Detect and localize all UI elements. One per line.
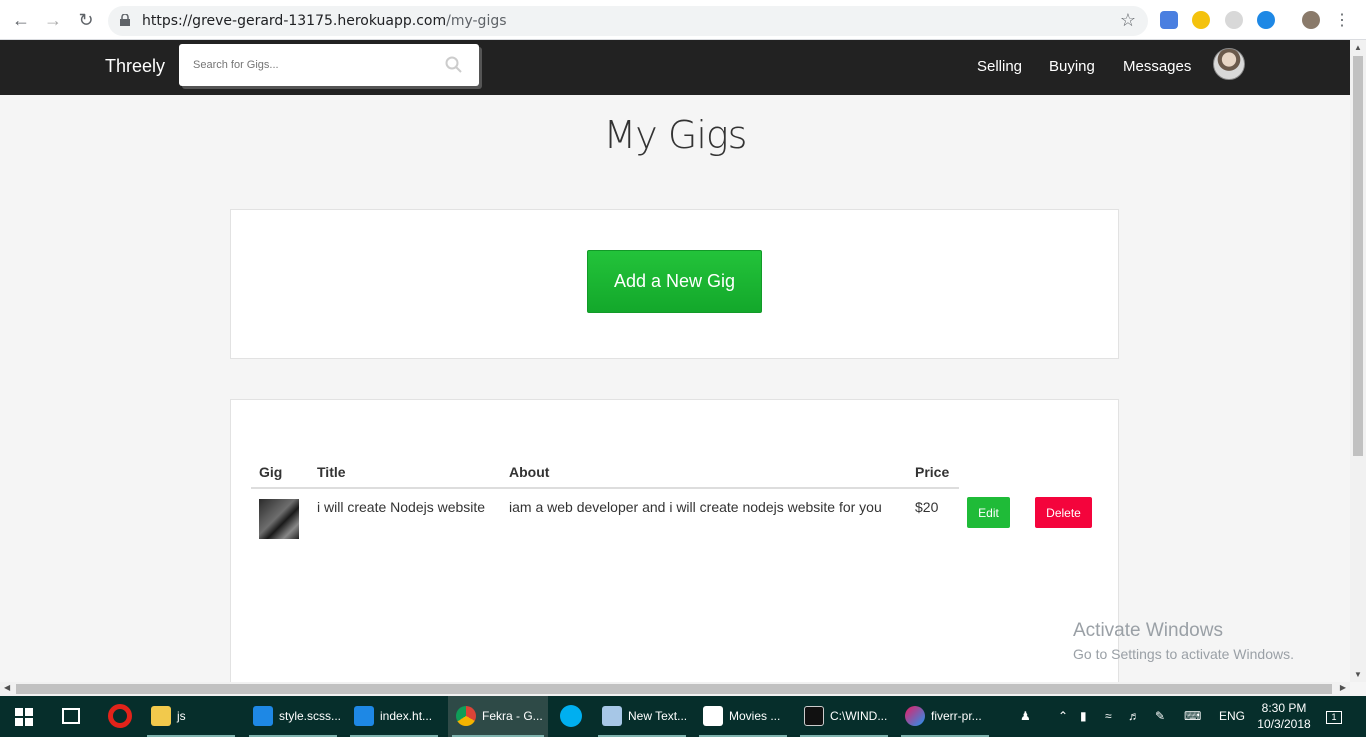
tray-chevron-icon[interactable]: ⌃ (1058, 696, 1068, 737)
taskbar-item-js[interactable]: js (143, 696, 239, 737)
reload-icon[interactable]: ↻ (76, 10, 96, 30)
page-title: My Gigs (603, 113, 748, 157)
taskbar-item-fiverr[interactable]: fiverr-pr... (897, 696, 993, 737)
translate-extension-icon[interactable] (1160, 11, 1178, 29)
taskbar-item-notepad[interactable]: New Text... (594, 696, 690, 737)
taskbar-item-movies[interactable]: Movies ... (695, 696, 791, 737)
opera-icon[interactable] (108, 704, 132, 728)
forward-arrow-icon[interactable]: → (43, 10, 63, 30)
horizontal-scroll-thumb[interactable] (16, 684, 1332, 694)
language-indicator[interactable]: ENG (1219, 696, 1245, 737)
user-avatar[interactable] (1213, 48, 1245, 80)
battery-icon[interactable]: ▮ (1080, 696, 1087, 737)
delete-button[interactable]: Delete (1035, 497, 1092, 528)
extension-moon-icon[interactable] (1192, 11, 1210, 29)
nav-selling[interactable]: Selling (977, 58, 1022, 75)
folder-icon (151, 706, 171, 726)
scroll-left-icon[interactable]: ◀ (4, 683, 10, 692)
people-icon[interactable]: ♟ (1020, 696, 1031, 737)
nav-messages[interactable]: Messages (1123, 58, 1191, 75)
system-clock[interactable]: 8:30 PM 10/3/2018 (1255, 700, 1313, 732)
windows-start-icon[interactable] (15, 708, 33, 726)
taskbar-item-style-scss[interactable]: style.scss... (245, 696, 341, 737)
windows-taskbar: js style.scss... index.ht... Fekra - G..… (0, 696, 1366, 737)
vscode-icon (354, 706, 374, 726)
taskbar-item-cmd[interactable]: C:\WIND... (796, 696, 892, 737)
nav-buying[interactable]: Buying (1049, 58, 1095, 75)
horizontal-scrollbar[interactable]: ◀ ▶ (0, 682, 1350, 696)
lock-icon (120, 14, 130, 26)
add-gig-panel: Add a New Gig (230, 209, 1119, 359)
brand-logo[interactable]: Threely (105, 56, 165, 77)
extension-blue-icon[interactable] (1257, 11, 1275, 29)
extension-gray-icon[interactable] (1225, 11, 1243, 29)
terminal-icon (804, 706, 824, 726)
wifi-icon[interactable]: ≈ (1105, 696, 1112, 737)
watermark-line2: Go to Settings to activate Windows. (1073, 646, 1294, 662)
vscode-icon (253, 706, 273, 726)
movie-clapper-icon (703, 706, 723, 726)
taskbar-item-index-html[interactable]: index.ht... (346, 696, 442, 737)
notepad-icon (602, 706, 622, 726)
scroll-down-icon[interactable]: ▼ (1354, 670, 1362, 679)
browser-toolbar: ← → ↻ https://greve-gerard-13175.herokua… (0, 0, 1366, 40)
search-box (179, 44, 479, 86)
back-arrow-icon[interactable]: ← (11, 10, 31, 30)
activate-windows-watermark: Activate Windows Go to Settings to activ… (1073, 620, 1294, 662)
edit-button[interactable]: Edit (967, 497, 1010, 528)
gigs-panel: Gig Title About Price i will create Node… (230, 399, 1119, 689)
task-view-icon[interactable] (62, 708, 80, 724)
add-new-gig-button[interactable]: Add a New Gig (587, 250, 762, 313)
vertical-scrollbar[interactable]: ▲ ▼ (1350, 40, 1366, 682)
site-navbar: Threely Selling Buying Messages (0, 40, 1350, 95)
bookmark-star-icon[interactable]: ☆ (1120, 10, 1136, 31)
gig-price: $20 (915, 499, 939, 515)
header-gig: Gig (251, 456, 309, 489)
header-about: About (501, 456, 907, 489)
vertical-scroll-thumb[interactable] (1353, 56, 1363, 456)
header-price: Price (907, 456, 959, 489)
notification-center-icon[interactable]: 1 (1326, 696, 1346, 737)
gig-about: iam a web developer and i will create no… (509, 499, 882, 515)
watermark-line1: Activate Windows (1073, 620, 1223, 641)
header-title: Title (309, 456, 501, 489)
profile-avatar-icon[interactable] (1302, 11, 1320, 29)
gig-thumbnail[interactable] (259, 499, 299, 539)
pen-icon[interactable]: ✎ (1155, 696, 1165, 737)
search-input[interactable] (179, 44, 439, 86)
scroll-right-icon[interactable]: ▶ (1340, 683, 1346, 692)
scroll-up-icon[interactable]: ▲ (1354, 43, 1362, 52)
search-icon[interactable] (445, 56, 463, 74)
chrome-icon (456, 706, 476, 726)
browser-menu-icon[interactable]: ⋮ (1334, 10, 1350, 30)
skype-icon[interactable] (560, 705, 582, 727)
gigs-table: Gig Title About Price i will create Node… (251, 456, 1100, 539)
address-bar[interactable]: https://greve-gerard-13175.herokuapp.com… (108, 6, 1148, 36)
paint-icon (905, 706, 925, 726)
table-row: i will create Nodejs website iam a web d… (251, 488, 1100, 539)
table-header-row: Gig Title About Price (251, 456, 1100, 489)
keyboard-icon[interactable]: ⌨ (1184, 696, 1201, 737)
volume-icon[interactable]: ♬ (1128, 696, 1140, 737)
url-text: https://greve-gerard-13175.herokuapp.com… (142, 13, 507, 29)
gig-title: i will create Nodejs website (317, 499, 486, 515)
taskbar-item-chrome[interactable]: Fekra - G... (448, 696, 548, 737)
